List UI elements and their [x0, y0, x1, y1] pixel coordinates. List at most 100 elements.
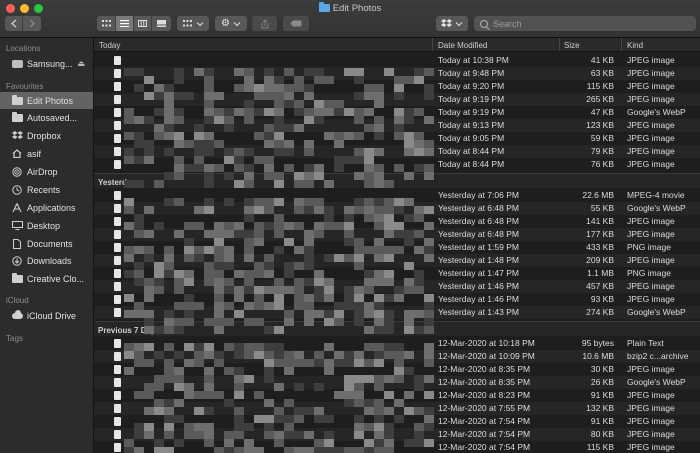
redacted-filename-block: [284, 367, 294, 375]
column-view-button[interactable]: [134, 16, 152, 31]
redacted-filename-block: [244, 100, 254, 108]
sidebar-item-desktop[interactable]: Desktop: [0, 217, 93, 234]
redacted-filename-block: [274, 140, 284, 148]
list-view-button[interactable]: [116, 16, 134, 31]
sidebar-item-autosaved[interactable]: Autosaved...: [0, 109, 93, 126]
redacted-filename-block: [364, 375, 374, 383]
redacted-filename-block: [364, 172, 374, 180]
sidebar-item-airdrop[interactable]: AirDrop: [0, 163, 93, 180]
table-row[interactable]: Today at 10:38 PM 41 KB JPEG image: [94, 54, 700, 67]
redacted-filename-block: [184, 222, 194, 230]
redacted-filename-block: [384, 278, 394, 286]
redacted-filename-block: [244, 172, 254, 180]
share-button[interactable]: [252, 16, 277, 31]
redacted-filename-block: [254, 391, 264, 399]
applications-icon: [11, 202, 23, 213]
size-cell: 59 KB: [590, 133, 614, 143]
column-name[interactable]: Today: [99, 41, 120, 50]
sidebar-item-applications[interactable]: Applications: [0, 199, 93, 216]
redacted-filename-block: [184, 318, 194, 326]
redacted-filename-block: [264, 84, 274, 92]
redacted-filename-block: [314, 407, 324, 415]
redacted-filename-block: [324, 318, 334, 326]
redacted-filename-block: [314, 206, 324, 214]
redacted-filename-block: [324, 431, 334, 439]
redacted-filename-block: [134, 278, 144, 286]
redacted-filename-block: [424, 359, 434, 367]
redacted-filename-block: [404, 116, 414, 124]
icon-view-button[interactable]: [97, 16, 116, 31]
gallery-view-button[interactable]: [152, 16, 171, 31]
group-grid-icon: [182, 20, 192, 27]
redacted-filename-block: [164, 84, 174, 92]
redacted-filename-block: [244, 230, 254, 238]
kind-cell: JPEG image: [627, 403, 675, 413]
eject-icon[interactable]: ⏏: [78, 59, 86, 68]
redacted-filename-block: [374, 302, 384, 310]
size-cell: 141 KB: [586, 216, 614, 226]
redacted-filename-block: [374, 164, 384, 172]
group-by-button[interactable]: [177, 16, 209, 31]
forward-button[interactable]: [23, 16, 41, 31]
redacted-filename-block: [164, 270, 174, 278]
redacted-filename-block: [294, 359, 304, 367]
redacted-filename-block: [164, 254, 174, 262]
column-size[interactable]: Size: [564, 41, 580, 50]
redacted-filename-block: [204, 383, 214, 391]
redacted-filename-block: [144, 230, 154, 238]
redacted-filename-block: [364, 246, 374, 254]
redacted-filename-block: [124, 108, 134, 116]
redacted-filename-block: [324, 439, 334, 447]
sidebar-item-creative-cloud[interactable]: Creative Clo...: [0, 270, 93, 287]
redacted-filename-block: [264, 68, 274, 76]
sidebar-item-dropbox[interactable]: Dropbox: [0, 127, 93, 144]
redacted-filename-block: [364, 310, 374, 318]
redacted-filename-block: [234, 222, 244, 230]
redacted-filename-block: [204, 423, 214, 431]
redacted-filename-block: [144, 140, 154, 148]
kind-cell: Google's WebP: [627, 203, 686, 213]
redacted-filename-block: [174, 156, 184, 164]
redacted-filename-block: [414, 246, 424, 254]
column-date-modified[interactable]: Date Modified: [438, 41, 487, 50]
redacted-filename-block: [374, 222, 384, 230]
column-kind[interactable]: Kind: [627, 41, 643, 50]
redacted-filename-block: [304, 108, 314, 116]
redacted-filename-block: [154, 407, 164, 415]
sidebar-item-icloud-drive[interactable]: iCloud Drive: [0, 307, 93, 324]
redacted-filename-block: [214, 246, 224, 254]
redacted-filename-block: [244, 375, 254, 383]
redacted-filename-block: [384, 270, 394, 278]
action-menu-button[interactable]: ⚙: [215, 16, 247, 31]
redacted-filename-block: [394, 375, 404, 383]
redacted-filename-block: [164, 124, 174, 132]
redacted-filename-block: [344, 132, 354, 140]
size-cell: 115 KB: [586, 81, 614, 91]
redacted-filename-block: [394, 116, 404, 124]
sidebar-item-samsung[interactable]: Samsung... ⏏: [0, 55, 93, 72]
search-field[interactable]: Search: [474, 16, 696, 31]
redacted-filename-block: [394, 108, 404, 116]
redacted-filename-block: [414, 132, 424, 140]
redacted-filename-block: [224, 343, 234, 351]
redacted-filename-block: [384, 230, 394, 238]
file-icon: [114, 204, 121, 213]
redacted-filename-block: [374, 100, 384, 108]
table-row[interactable]: 12-Mar-2020 at 7:54 PM 115 KB JPEG image: [94, 441, 700, 453]
redacted-filename-block: [184, 294, 194, 302]
sidebar-item-recents[interactable]: Recents: [0, 181, 93, 198]
redacted-filename-block: [384, 294, 394, 302]
redacted-filename-block: [174, 132, 184, 140]
sidebar-item-edit-photos[interactable]: Edit Photos: [0, 92, 93, 109]
back-button[interactable]: [5, 16, 23, 31]
dropbox-menu-button[interactable]: [436, 16, 468, 31]
sidebar-item-downloads[interactable]: Downloads: [0, 252, 93, 269]
redacted-filename-block: [194, 302, 204, 310]
redacted-filename-block: [354, 132, 364, 140]
redacted-filename-block: [164, 447, 174, 453]
sidebar-item-documents[interactable]: Documents: [0, 235, 93, 252]
redacted-filename-block: [174, 375, 184, 383]
sidebar-item-asif[interactable]: asif: [0, 145, 93, 162]
redacted-filename-block: [374, 351, 384, 359]
tags-button[interactable]: [283, 16, 309, 31]
